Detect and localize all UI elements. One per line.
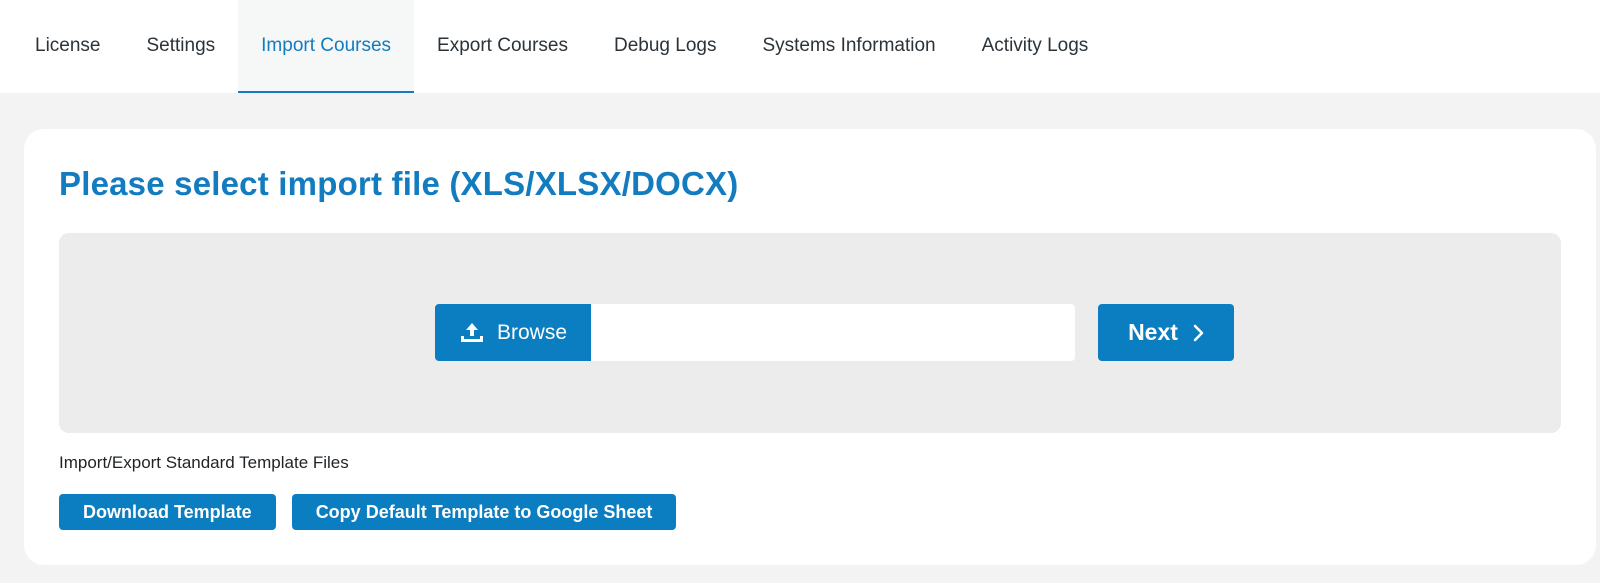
chevron-right-icon	[1192, 324, 1204, 342]
download-template-button[interactable]: Download Template	[59, 494, 276, 530]
tab-bar: License Settings Import Courses Export C…	[0, 0, 1600, 93]
import-card: Please select import file (XLS/XLSX/DOCX…	[24, 129, 1596, 565]
next-label: Next	[1128, 319, 1178, 345]
browse-label: Browse	[496, 320, 568, 344]
template-files-label: Import/Export Standard Template Files	[59, 453, 349, 472]
tab-activity-logs[interactable]: Activity Logs	[959, 0, 1112, 93]
page-title: Please select import file (XLS/XLSX/DOCX…	[59, 165, 739, 202]
copy-to-google-sheet-button[interactable]: Copy Default Template to Google Sheet	[291, 494, 677, 530]
file-path-input[interactable]	[591, 304, 1075, 361]
tab-systems-information[interactable]: Systems Information	[739, 0, 958, 93]
tab-license[interactable]: License	[12, 0, 124, 93]
file-dropzone[interactable]: Browse Next	[59, 233, 1561, 433]
next-button[interactable]: Next	[1098, 304, 1234, 361]
tab-settings[interactable]: Settings	[124, 0, 239, 93]
template-actions: Download Template Copy Default Template …	[59, 494, 677, 530]
file-picker: Browse	[435, 304, 1075, 361]
tab-import-courses[interactable]: Import Courses	[238, 0, 415, 93]
upload-icon	[459, 321, 485, 345]
tab-debug-logs[interactable]: Debug Logs	[591, 0, 739, 93]
tab-export-courses[interactable]: Export Courses	[414, 0, 591, 93]
browse-button[interactable]: Browse	[435, 304, 591, 361]
